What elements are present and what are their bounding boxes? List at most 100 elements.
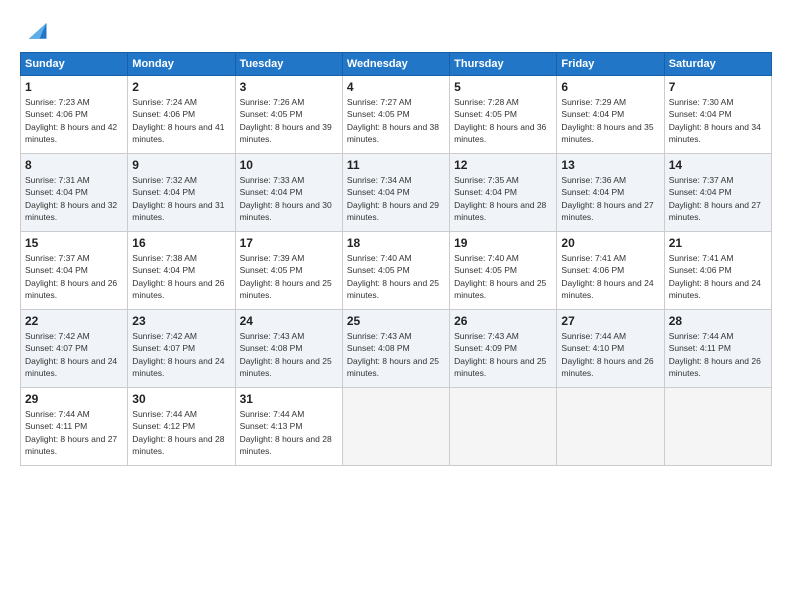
calendar-cell bbox=[450, 388, 557, 466]
day-number: 6 bbox=[561, 80, 659, 94]
day-info: Sunrise: 7:27 AMSunset: 4:05 PMDaylight:… bbox=[347, 96, 445, 145]
day-info: Sunrise: 7:42 AMSunset: 4:07 PMDaylight:… bbox=[132, 330, 230, 379]
logo bbox=[20, 16, 50, 44]
logo-icon bbox=[22, 16, 50, 44]
day-info: Sunrise: 7:37 AMSunset: 4:04 PMDaylight:… bbox=[669, 174, 767, 223]
calendar-cell: 28Sunrise: 7:44 AMSunset: 4:11 PMDayligh… bbox=[664, 310, 771, 388]
calendar-weekday-friday: Friday bbox=[557, 53, 664, 76]
day-number: 31 bbox=[240, 392, 338, 406]
calendar-cell: 13 Sunrise: 7:36 AMSunset: 4:04 PMDayligh… bbox=[557, 154, 664, 232]
calendar-cell: 2Sunrise: 7:24 AMSunset: 4:06 PMDaylight… bbox=[128, 76, 235, 154]
day-number: 15 bbox=[25, 236, 123, 250]
day-number: 13 bbox=[561, 158, 659, 172]
day-info: Sunrise: 7:40 AMSunset: 4:05 PMDaylight:… bbox=[347, 252, 445, 301]
calendar-cell: 15 Sunrise: 7:37 AMSunset: 4:04 PMDayligh… bbox=[21, 232, 128, 310]
calendar-cell: 27 Sunrise: 7:44 AMSunset: 4:10 PMDayligh… bbox=[557, 310, 664, 388]
calendar-cell bbox=[557, 388, 664, 466]
calendar-cell: 8 Sunrise: 7:31 AMSunset: 4:04 PMDaylight… bbox=[21, 154, 128, 232]
calendar-week-row: 1Sunrise: 7:23 AMSunset: 4:06 PMDaylight… bbox=[21, 76, 772, 154]
day-info: Sunrise: 7:28 AMSunset: 4:05 PMDaylight:… bbox=[454, 96, 552, 145]
day-number: 27 bbox=[561, 314, 659, 328]
calendar-cell: 22 Sunrise: 7:42 AMSunset: 4:07 PMDayligh… bbox=[21, 310, 128, 388]
day-number: 11 bbox=[347, 158, 445, 172]
day-number: 10 bbox=[240, 158, 338, 172]
calendar-cell: 18 Sunrise: 7:40 AMSunset: 4:05 PMDayligh… bbox=[342, 232, 449, 310]
day-info: Sunrise: 7:43 AMSunset: 4:08 PMDaylight:… bbox=[347, 330, 445, 379]
day-info: Sunrise: 7:34 AMSunset: 4:04 PMDaylight:… bbox=[347, 174, 445, 223]
calendar-cell: 31Sunrise: 7:44 AMSunset: 4:13 PMDayligh… bbox=[235, 388, 342, 466]
calendar-cell: 24Sunrise: 7:43 AMSunset: 4:08 PMDayligh… bbox=[235, 310, 342, 388]
calendar-cell: 5 Sunrise: 7:28 AMSunset: 4:05 PMDaylight… bbox=[450, 76, 557, 154]
day-number: 25 bbox=[347, 314, 445, 328]
calendar-weekday-wednesday: Wednesday bbox=[342, 53, 449, 76]
day-number: 14 bbox=[669, 158, 767, 172]
calendar-cell: 12Sunrise: 7:35 AMSunset: 4:04 PMDayligh… bbox=[450, 154, 557, 232]
day-info: Sunrise: 7:40 AMSunset: 4:05 PMDaylight:… bbox=[454, 252, 552, 301]
header bbox=[20, 16, 772, 44]
day-number: 26 bbox=[454, 314, 552, 328]
day-number: 29 bbox=[25, 392, 123, 406]
day-info: Sunrise: 7:41 AMSunset: 4:06 PMDaylight:… bbox=[669, 252, 767, 301]
day-number: 2 bbox=[132, 80, 230, 94]
day-info: Sunrise: 7:33 AMSunset: 4:04 PMDaylight:… bbox=[240, 174, 338, 223]
calendar-weekday-tuesday: Tuesday bbox=[235, 53, 342, 76]
calendar-cell: 25 Sunrise: 7:43 AMSunset: 4:08 PMDayligh… bbox=[342, 310, 449, 388]
calendar-cell: 19Sunrise: 7:40 AMSunset: 4:05 PMDayligh… bbox=[450, 232, 557, 310]
calendar-week-row: 8 Sunrise: 7:31 AMSunset: 4:04 PMDaylight… bbox=[21, 154, 772, 232]
calendar-week-row: 22 Sunrise: 7:42 AMSunset: 4:07 PMDayligh… bbox=[21, 310, 772, 388]
page: SundayMondayTuesdayWednesdayThursdayFrid… bbox=[0, 0, 792, 612]
day-info: Sunrise: 7:38 AMSunset: 4:04 PMDaylight:… bbox=[132, 252, 230, 301]
calendar-weekday-sunday: Sunday bbox=[21, 53, 128, 76]
calendar-cell: 3Sunrise: 7:26 AMSunset: 4:05 PMDaylight… bbox=[235, 76, 342, 154]
day-info: Sunrise: 7:37 AMSunset: 4:04 PMDaylight:… bbox=[25, 252, 123, 301]
day-info: Sunrise: 7:32 AMSunset: 4:04 PMDaylight:… bbox=[132, 174, 230, 223]
calendar-cell: 29 Sunrise: 7:44 AMSunset: 4:11 PMDayligh… bbox=[21, 388, 128, 466]
calendar-cell: 16Sunrise: 7:38 AMSunset: 4:04 PMDayligh… bbox=[128, 232, 235, 310]
day-info: Sunrise: 7:43 AMSunset: 4:09 PMDaylight:… bbox=[454, 330, 552, 379]
day-number: 8 bbox=[25, 158, 123, 172]
calendar-cell: 7Sunrise: 7:30 AMSunset: 4:04 PMDaylight… bbox=[664, 76, 771, 154]
day-number: 20 bbox=[561, 236, 659, 250]
calendar-cell: 6 Sunrise: 7:29 AMSunset: 4:04 PMDaylight… bbox=[557, 76, 664, 154]
calendar-week-row: 29 Sunrise: 7:44 AMSunset: 4:11 PMDayligh… bbox=[21, 388, 772, 466]
calendar-cell: 10 Sunrise: 7:33 AMSunset: 4:04 PMDayligh… bbox=[235, 154, 342, 232]
day-info: Sunrise: 7:44 AMSunset: 4:11 PMDaylight:… bbox=[25, 408, 123, 457]
calendar-cell: 30 Sunrise: 7:44 AMSunset: 4:12 PMDayligh… bbox=[128, 388, 235, 466]
day-number: 28 bbox=[669, 314, 767, 328]
day-info: Sunrise: 7:42 AMSunset: 4:07 PMDaylight:… bbox=[25, 330, 123, 379]
day-number: 21 bbox=[669, 236, 767, 250]
day-number: 22 bbox=[25, 314, 123, 328]
day-info: Sunrise: 7:23 AMSunset: 4:06 PMDaylight:… bbox=[25, 96, 123, 145]
day-info: Sunrise: 7:31 AMSunset: 4:04 PMDaylight:… bbox=[25, 174, 123, 223]
day-info: Sunrise: 7:44 AMSunset: 4:10 PMDaylight:… bbox=[561, 330, 659, 379]
day-number: 18 bbox=[347, 236, 445, 250]
day-info: Sunrise: 7:26 AMSunset: 4:05 PMDaylight:… bbox=[240, 96, 338, 145]
day-info: Sunrise: 7:39 AMSunset: 4:05 PMDaylight:… bbox=[240, 252, 338, 301]
day-info: Sunrise: 7:36 AMSunset: 4:04 PMDaylight:… bbox=[561, 174, 659, 223]
day-number: 4 bbox=[347, 80, 445, 94]
calendar-cell: 14 Sunrise: 7:37 AMSunset: 4:04 PMDayligh… bbox=[664, 154, 771, 232]
day-number: 17 bbox=[240, 236, 338, 250]
day-number: 9 bbox=[132, 158, 230, 172]
day-info: Sunrise: 7:41 AMSunset: 4:06 PMDaylight:… bbox=[561, 252, 659, 301]
day-info: Sunrise: 7:30 AMSunset: 4:04 PMDaylight:… bbox=[669, 96, 767, 145]
day-number: 30 bbox=[132, 392, 230, 406]
day-info: Sunrise: 7:29 AMSunset: 4:04 PMDaylight:… bbox=[561, 96, 659, 145]
calendar-weekday-thursday: Thursday bbox=[450, 53, 557, 76]
day-number: 24 bbox=[240, 314, 338, 328]
day-number: 23 bbox=[132, 314, 230, 328]
calendar-cell: 26 Sunrise: 7:43 AMSunset: 4:09 PMDayligh… bbox=[450, 310, 557, 388]
calendar-weekday-monday: Monday bbox=[128, 53, 235, 76]
calendar-cell: 9 Sunrise: 7:32 AMSunset: 4:04 PMDaylight… bbox=[128, 154, 235, 232]
calendar-cell: 11 Sunrise: 7:34 AMSunset: 4:04 PMDayligh… bbox=[342, 154, 449, 232]
calendar-cell: 4 Sunrise: 7:27 AMSunset: 4:05 PMDaylight… bbox=[342, 76, 449, 154]
calendar-table: SundayMondayTuesdayWednesdayThursdayFrid… bbox=[20, 52, 772, 466]
calendar-week-row: 15 Sunrise: 7:37 AMSunset: 4:04 PMDayligh… bbox=[21, 232, 772, 310]
day-info: Sunrise: 7:44 AMSunset: 4:12 PMDaylight:… bbox=[132, 408, 230, 457]
calendar-cell: 23 Sunrise: 7:42 AMSunset: 4:07 PMDayligh… bbox=[128, 310, 235, 388]
calendar-cell: 1Sunrise: 7:23 AMSunset: 4:06 PMDaylight… bbox=[21, 76, 128, 154]
calendar-cell: 17 Sunrise: 7:39 AMSunset: 4:05 PMDayligh… bbox=[235, 232, 342, 310]
day-number: 5 bbox=[454, 80, 552, 94]
day-info: Sunrise: 7:35 AMSunset: 4:04 PMDaylight:… bbox=[454, 174, 552, 223]
calendar-cell bbox=[664, 388, 771, 466]
